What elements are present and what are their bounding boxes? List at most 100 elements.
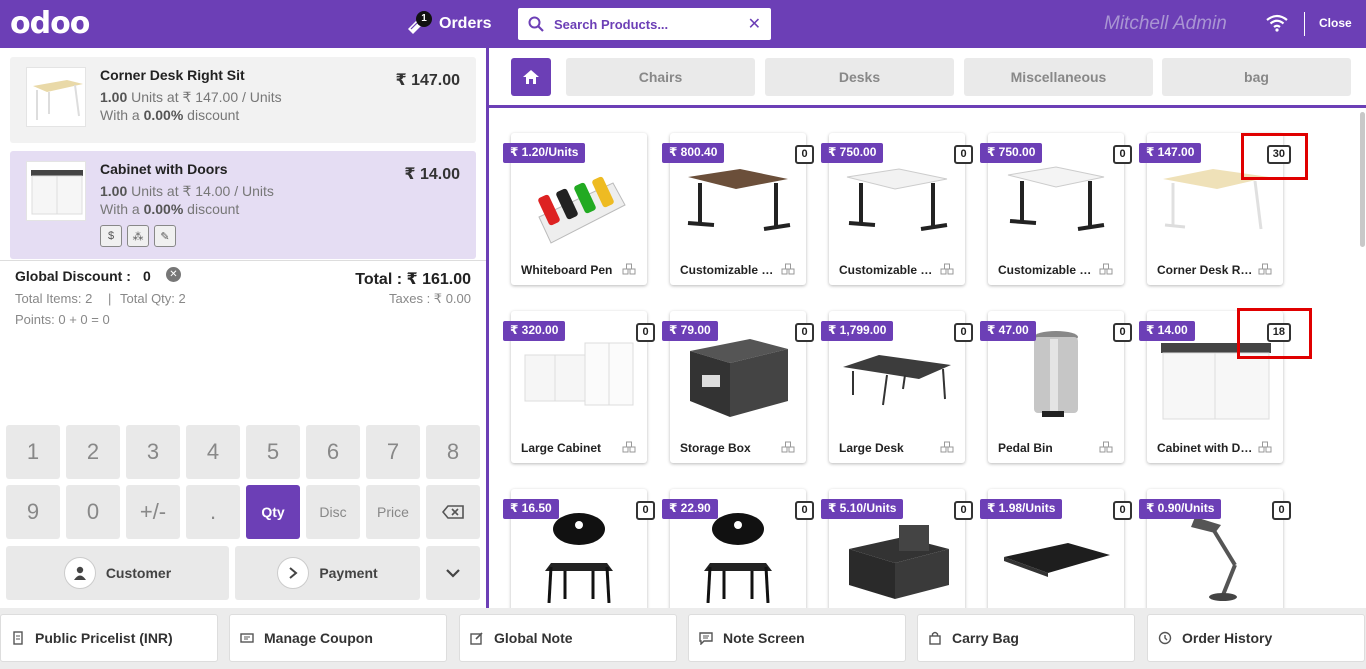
order-line-name: Corner Desk Right Sit [100, 67, 245, 83]
customer-button[interactable]: Customer [6, 546, 229, 600]
pricelist-label: Public Pricelist (INR) [35, 630, 173, 646]
numpad-key-7[interactable]: 7 [366, 425, 420, 479]
mode-qty-button[interactable]: Qty [246, 485, 300, 539]
product-card[interactable]: ₹ 1.20/Units Whiteboard Pen [503, 133, 647, 285]
user-name[interactable]: Mitchell Admin [1104, 13, 1227, 35]
order-line-price: ₹ 14.00 [404, 166, 460, 183]
stock-qty-badge: 0 [1272, 501, 1291, 520]
numpad-key-5[interactable]: 5 [246, 425, 300, 479]
category-chairs[interactable]: Chairs [566, 58, 755, 96]
order-line-tools: $ ⁂ ✎ [100, 225, 176, 247]
cubes-icon[interactable] [1257, 262, 1273, 278]
cubes-icon[interactable] [1098, 262, 1114, 278]
bag-icon [929, 631, 941, 645]
cubes-icon[interactable]: ⁂ [127, 225, 149, 247]
pricelist-button[interactable]: Public Pricelist (INR) [0, 614, 218, 662]
separator: | [108, 291, 112, 306]
search-icon [528, 16, 544, 32]
numpad-key-9[interactable]: 9 [6, 485, 60, 539]
remove-discount-icon[interactable]: ✕ [166, 267, 181, 282]
numpad-key-6[interactable]: 6 [306, 425, 360, 479]
cubes-icon[interactable] [1098, 440, 1114, 456]
numpad-key-4[interactable]: 4 [186, 425, 240, 479]
pricelist-icon [13, 631, 23, 645]
numpad-key-plusminus[interactable]: +/- [126, 485, 180, 539]
order-line[interactable]: Corner Desk Right Sit ₹ 147.00 1.00 Unit… [10, 57, 476, 143]
manage-coupon-button[interactable]: Manage Coupon [229, 614, 447, 662]
wifi-icon [1266, 14, 1288, 32]
scrollbar[interactable] [1360, 112, 1365, 247]
numpad-key-0[interactable]: 0 [66, 485, 120, 539]
stock-qty-badge: 0 [795, 323, 814, 342]
category-bar: Chairs Desks Miscellaneous bag [489, 48, 1366, 108]
stock-qty-badge: 0 [795, 501, 814, 520]
stock-qty-badge: 0 [1113, 323, 1132, 342]
backspace-button[interactable] [426, 485, 480, 539]
history-icon [1158, 631, 1172, 645]
close-button[interactable]: Close [1319, 16, 1352, 30]
total-qty: Total Qty: 2 [120, 291, 186, 306]
numpad-key-1[interactable]: 1 [6, 425, 60, 479]
order-line-price: ₹ 147.00 [395, 72, 460, 89]
product-thumbnail [26, 161, 86, 221]
numpad-key-8[interactable]: 8 [426, 425, 480, 479]
numpad-key-3[interactable]: 3 [126, 425, 180, 479]
note-edit-icon [470, 632, 483, 645]
search-input[interactable] [554, 16, 748, 32]
ticket-icon: 1 [405, 11, 432, 35]
stock-qty-badge: 0 [795, 145, 814, 164]
product-card[interactable]: ₹ 750.00 0 Customizable Desk [821, 133, 973, 285]
cubes-icon[interactable] [621, 440, 637, 456]
order-history-button[interactable]: Order History [1147, 614, 1365, 662]
orders-count-badge: 1 [416, 11, 432, 27]
divider [0, 260, 486, 261]
product-card[interactable]: ₹ 750.00 0 Customizable Desk [980, 133, 1132, 285]
order-line-selected[interactable]: Cabinet with Doors ₹ 14.00 1.00 Units at… [10, 151, 476, 259]
global-discount-label: Global Discount : [15, 268, 131, 284]
note-screen-button[interactable]: Note Screen [688, 614, 906, 662]
global-note-button[interactable]: Global Note [459, 614, 677, 662]
stock-qty-badge: 0 [1113, 145, 1132, 164]
edit-icon[interactable]: ✎ [154, 225, 176, 247]
numpad-key-2[interactable]: 2 [66, 425, 120, 479]
product-card[interactable]: ₹ 79.00 0 Storage Box [662, 311, 814, 463]
price-tag: ₹ 5.10/Units [821, 499, 904, 519]
currency-icon[interactable]: $ [100, 225, 122, 247]
product-card[interactable]: ₹ 320.00 0 Large Cabinet [503, 311, 655, 463]
product-card[interactable]: ₹ 47.00 0 Pedal Bin [980, 311, 1132, 463]
mode-price-button[interactable]: Price [366, 485, 420, 539]
order-total: Total : ₹ 161.00 [355, 271, 471, 288]
category-miscellaneous[interactable]: Miscellaneous [964, 58, 1153, 96]
cubes-icon[interactable] [780, 440, 796, 456]
odoo-logo: odoo [10, 6, 90, 41]
cubes-icon[interactable] [1257, 440, 1273, 456]
carry-bag-button[interactable]: Carry Bag [917, 614, 1135, 662]
price-tag: ₹ 1,799.00 [821, 321, 894, 341]
global-note-label: Global Note [494, 630, 573, 646]
product-name: Pedal Bin [998, 441, 1053, 455]
category-bag[interactable]: bag [1162, 58, 1351, 96]
cubes-icon[interactable] [780, 262, 796, 278]
footer-bar: Public Pricelist (INR) Manage Coupon Glo… [0, 608, 1366, 669]
stock-qty-badge: 0 [954, 501, 973, 520]
order-line-discount: With a 0.00% discount [100, 201, 240, 217]
product-card[interactable]: ₹ 800.40 0 Customizable Desk [662, 133, 814, 285]
payment-button[interactable]: Payment [235, 546, 420, 600]
order-line-qty: 1.00 Units at ₹ 147.00 / Units [100, 89, 282, 105]
orders-label: Orders [439, 15, 492, 32]
cubes-icon[interactable] [621, 262, 637, 278]
price-tag: ₹ 22.90 [662, 499, 718, 519]
cubes-icon[interactable] [939, 440, 955, 456]
global-discount-value: 0 [143, 268, 151, 284]
mode-disc-button[interactable]: Disc [306, 485, 360, 539]
product-card[interactable]: ₹ 1,799.00 0 Large Desk [821, 311, 973, 463]
numpad-key-dot[interactable]: . [186, 485, 240, 539]
more-button[interactable] [426, 546, 480, 600]
home-button[interactable] [511, 58, 551, 96]
category-desks[interactable]: Desks [765, 58, 954, 96]
cubes-icon[interactable] [939, 262, 955, 278]
order-line-qty: 1.00 Units at ₹ 14.00 / Units [100, 183, 274, 199]
orders-button[interactable]: 1 Orders [405, 9, 491, 39]
top-bar: odoo 1 Orders ✕ Mitchell Admin Close [0, 0, 1366, 48]
clear-search-icon[interactable]: ✕ [748, 14, 761, 34]
